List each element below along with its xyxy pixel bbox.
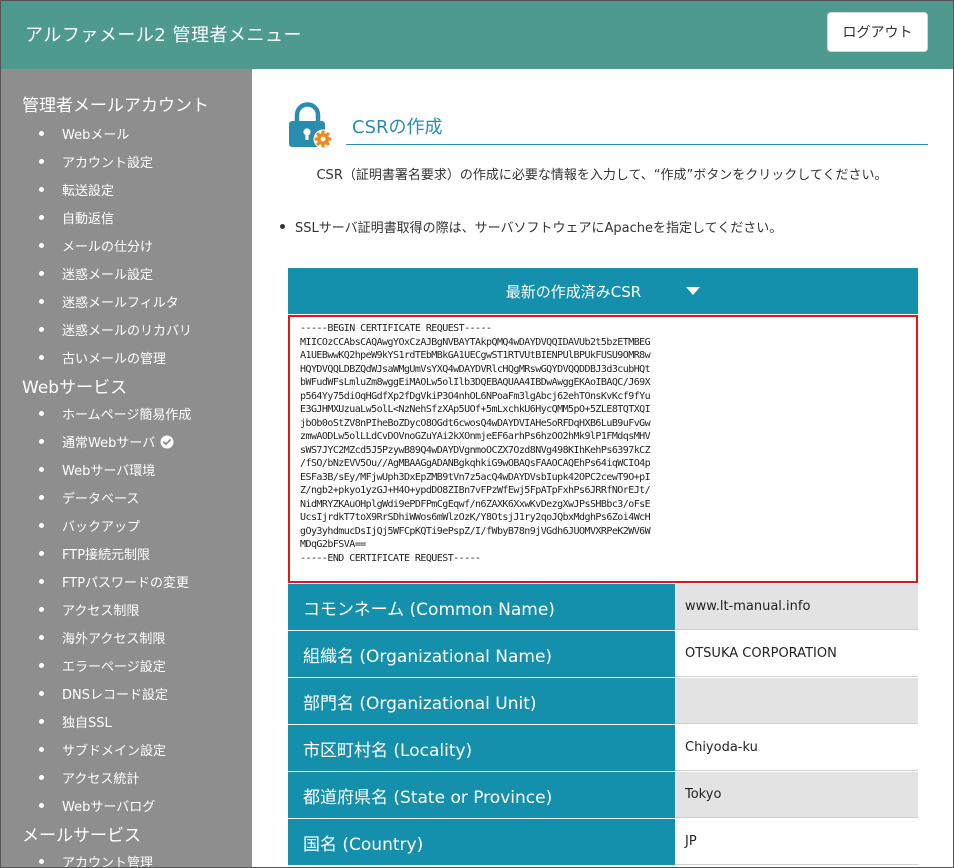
bullet-icon [39, 411, 44, 416]
field-row-state: 都道府県名 (State or Province) Tokyo [288, 772, 918, 819]
sidebar-item-ftp-source-restriction[interactable]: FTP接続元制限 [39, 544, 150, 563]
title-underline [346, 144, 928, 145]
csr-text: -----BEGIN CERTIFICATE REQUEST----- MIIC… [300, 323, 651, 564]
bullet-icon [280, 224, 285, 229]
instruction-text: CSR（証明書署名要求）の作成に必要な情報を入力して、“作成”ボタンをクリックし… [316, 168, 888, 183]
sidebar-section-mail-service[interactable]: メールサービス [22, 821, 141, 846]
field-value [675, 678, 918, 724]
caret-down-icon [686, 287, 701, 295]
sidebar-item-account-management[interactable]: アカウント管理 [39, 852, 153, 867]
field-label: コモンネーム (Common Name) [288, 584, 675, 630]
sidebar-item-web-server-log[interactable]: Webサーバログ [39, 796, 155, 815]
sidebar-item-subdomain[interactable]: サブドメイン設定 [39, 740, 166, 759]
bullet-icon [39, 607, 44, 612]
bullet-icon [39, 719, 44, 724]
field-row-country: 国名 (Country) JP [288, 819, 918, 866]
sidebar-item-custom-ssl[interactable]: 独自SSL [39, 712, 112, 731]
field-value: www.lt-manual.info [675, 584, 918, 630]
bullet-icon [39, 159, 44, 164]
bullet-icon [39, 439, 44, 444]
bullet-icon [39, 523, 44, 528]
bullet-icon [39, 635, 44, 640]
bullet-icon [39, 579, 44, 584]
sidebar-item-spam-recovery[interactable]: 迷惑メールのリカバリ [39, 320, 192, 339]
sidebar-section-admin-mail[interactable]: 管理者メールアカウント [22, 91, 209, 116]
bullet-icon [39, 495, 44, 500]
bullet-icon [39, 747, 44, 752]
sidebar-item-web-server-env[interactable]: Webサーバ環境 [39, 460, 155, 479]
bullet-icon [39, 663, 44, 668]
sidebar: 管理者メールアカウント Webメール アカウント設定 転送設定 自動返信 メール… [1, 69, 252, 867]
page-frame: アルファメール2 管理者メニュー ログアウト 管理者メールアカウント Webメー… [0, 0, 954, 868]
latest-csr-toggle[interactable]: 最新の作成済みCSR [288, 268, 918, 314]
field-row-locality: 市区町村名 (Locality) Chiyoda-ku [288, 725, 918, 772]
bullet-icon [39, 467, 44, 472]
bullet-icon [39, 131, 44, 136]
sidebar-item-backup[interactable]: バックアップ [39, 516, 140, 535]
bullet-icon [39, 691, 44, 696]
bullet-icon [39, 355, 44, 360]
sidebar-item-webmail[interactable]: Webメール [39, 124, 129, 143]
field-label: 部門名 (Organizational Unit) [288, 678, 675, 724]
bullet-icon [39, 271, 44, 276]
sidebar-item-dns-record[interactable]: DNSレコード設定 [39, 684, 168, 703]
sidebar-item-overseas-access[interactable]: 海外アクセス制限 [39, 628, 165, 647]
sidebar-item-spam-settings[interactable]: 迷惑メール設定 [39, 264, 153, 283]
field-label: 国名 (Country) [288, 819, 675, 865]
sidebar-item-mail-sorting[interactable]: メールの仕分け [39, 236, 153, 255]
field-row-common-name: コモンネーム (Common Name) www.lt-manual.info [288, 584, 918, 631]
field-label: 市区町村名 (Locality) [288, 725, 675, 771]
bullet-icon [39, 327, 44, 332]
bullet-icon [39, 859, 44, 864]
sidebar-section-web-service[interactable]: Webサービス [22, 373, 127, 398]
field-value: Chiyoda-ku [675, 725, 918, 771]
app-title: アルファメール2 管理者メニュー [25, 25, 302, 46]
field-label: 組織名 (Organizational Name) [288, 631, 675, 677]
ssl-note: SSLサーバ証明書取得の際は、サーバソフトウェアにApacheを指定してください… [280, 217, 782, 236]
latest-csr-label: 最新の作成済みCSR [505, 282, 642, 301]
page-title: CSRの作成 [352, 117, 443, 138]
sidebar-item-old-mail[interactable]: 古いメールの管理 [39, 348, 166, 367]
field-value: Tokyo [675, 772, 918, 818]
bullet-icon [39, 215, 44, 220]
sidebar-item-error-page[interactable]: エラーページ設定 [39, 656, 166, 675]
sidebar-item-spam-filter[interactable]: 迷惑メールフィルタ [39, 292, 179, 311]
app-header: アルファメール2 管理者メニュー ログアウト [1, 1, 953, 69]
sidebar-item-access-restriction[interactable]: アクセス制限 [39, 600, 139, 619]
bullet-icon [39, 299, 44, 304]
field-value: OTSUKA CORPORATION [675, 631, 918, 677]
sidebar-item-forwarding[interactable]: 転送設定 [39, 180, 114, 199]
sidebar-item-ftp-password[interactable]: FTPパスワードの変更 [39, 572, 189, 591]
sidebar-item-database[interactable]: データベース [39, 488, 139, 507]
bullet-icon [39, 551, 44, 556]
bullet-icon [39, 243, 44, 248]
main-content: CSRの作成 CSR（証明書署名要求）の作成に必要な情報を入力して、“作成”ボタ… [252, 69, 953, 867]
csr-text-box[interactable]: -----BEGIN CERTIFICATE REQUEST----- MIIC… [288, 315, 918, 583]
field-row-organizational-unit: 部門名 (Organizational Unit) [288, 678, 918, 725]
sidebar-item-simple-homepage[interactable]: ホームページ簡易作成 [39, 404, 191, 423]
check-circle-icon [160, 435, 174, 448]
field-label: 都道府県名 (State or Province) [288, 772, 675, 818]
lock-gear-icon [289, 102, 333, 149]
sidebar-item-access-stats[interactable]: アクセス統計 [39, 768, 139, 787]
sidebar-item-standard-web-server[interactable]: 通常Webサーバ [39, 432, 174, 451]
bullet-icon [39, 187, 44, 192]
bullet-icon [39, 803, 44, 808]
sidebar-item-auto-reply[interactable]: 自動返信 [39, 208, 114, 227]
sidebar-item-account-settings[interactable]: アカウント設定 [39, 152, 153, 171]
bullet-icon [39, 775, 44, 780]
field-value: JP [675, 819, 918, 865]
field-row-organization: 組織名 (Organizational Name) OTSUKA CORPORA… [288, 631, 918, 678]
logout-button[interactable]: ログアウト [827, 12, 928, 52]
